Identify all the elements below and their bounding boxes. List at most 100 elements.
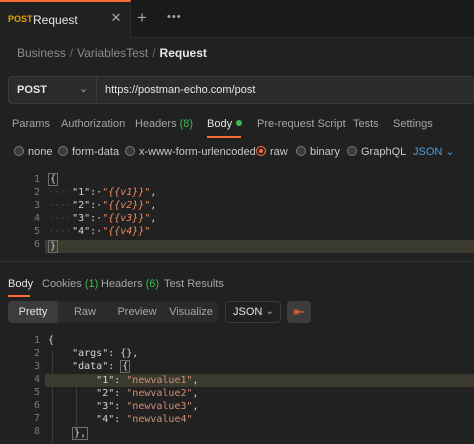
tab-headers-label: Headers [135,118,177,130]
radio-raw[interactable]: raw [256,145,288,159]
radio-binary[interactable]: binary [296,145,340,159]
line-number-gutter: 1 2 3 4 5 6 [0,173,40,251]
active-tab-indicator [207,136,241,138]
modified-dot-icon [236,120,243,126]
breadcrumb-item-variablestest[interactable]: VariablesTest [77,46,148,60]
radio-circle-icon [296,146,306,156]
body-format-dropdown[interactable]: JSON ⌄ [413,145,455,158]
response-tab-cookies[interactable]: Cookies (1) [42,278,98,290]
method-label: POST [17,84,47,96]
wrap-lines-icon[interactable]: ⇤ [287,301,311,323]
response-format-dropdown[interactable]: JSON ⌄ [225,301,281,323]
tab-headers[interactable]: Headers (8) [135,118,193,130]
chevron-down-icon: ⌄ [445,146,455,158]
radio-label: raw [270,146,288,158]
radio-circle-icon [14,146,24,156]
tab-pre-request-script[interactable]: Pre-request Script [257,118,346,130]
body-format-label: JSON [413,146,443,158]
json-key: "1" [72,187,91,198]
line-number: 6 [33,239,40,250]
headers-count: (8) [179,118,194,130]
line-number: 7 [33,413,40,424]
radio-label: form-data [72,146,120,158]
json-value: {}, [120,348,139,359]
line-number-gutter: 1 2 3 4 5 6 7 8 [0,334,40,438]
breadcrumb-separator: / [152,46,156,60]
response-tab-label: Cookies [42,278,82,290]
url-input[interactable]: https://postman-echo.com/post [105,84,255,96]
tab-tests[interactable]: Tests [353,118,379,130]
response-tab-test-results[interactable]: Test Results [164,278,224,290]
line-number: 5 [33,387,40,398]
radio-form-data[interactable]: form-data [58,145,119,159]
json-sep: , [192,375,199,386]
open-brace: { [48,173,59,186]
view-pretty-button[interactable]: Pretty [8,301,58,323]
line-number: 2 [33,187,40,198]
code-line: ····"3":·"{{v3}}", [48,213,157,224]
line-number: 1 [33,335,40,346]
view-preview-button[interactable]: Preview [110,301,164,323]
json-variable: "{{v4}}" [102,226,151,237]
json-variable: "{{v2}}" [102,200,151,211]
json-key: "3" [72,213,91,224]
response-headers-count: (6) [145,278,160,290]
code-line: }, [48,427,89,440]
url-bar: POST ⌄ https://postman-echo.com/post [8,76,474,104]
json-sep: , [150,187,157,198]
radio-graphql[interactable]: GraphQL [347,145,406,159]
json-variable: "{{v1}}" [102,187,151,198]
code-line: } [48,240,59,253]
tab-body-label: Body [207,118,233,130]
json-string: "newvalue2" [126,388,193,399]
close-brace: } [48,240,59,253]
request-body-editor[interactable]: 1 2 3 4 5 6 { ····"1":·"{{v1}}", ····"2"… [0,167,474,262]
response-tab-headers[interactable]: Headers (6) [101,278,159,290]
radio-circle-icon [125,146,135,156]
new-tab-plus-icon[interactable]: + [137,9,147,27]
method-dropdown[interactable]: POST ⌄ [9,77,97,103]
code-line: "args": {}, [72,348,139,359]
code-line: "1": "newvalue1", [96,375,199,386]
code-line: "2": "newvalue2", [96,388,199,399]
json-key: "3" [96,401,115,412]
view-raw-button[interactable]: Raw [60,301,110,323]
json-key: "1" [96,375,115,386]
tab-authorization[interactable]: Authorization [61,118,125,130]
active-response-tab-indicator [8,295,30,297]
chevron-down-icon: ⌄ [265,306,274,317]
json-key: "4" [72,226,91,237]
json-sep: , [150,200,157,211]
response-tab-body[interactable]: Body [8,278,33,290]
line-number: 2 [33,348,40,359]
chevron-down-icon: ⌄ [79,83,89,95]
tab-body[interactable]: Body [207,118,243,130]
more-options-icon[interactable]: ••• [167,11,182,23]
json-string: "newvalue3" [126,401,193,412]
response-tab-label: Headers [101,278,143,290]
view-visualize-button[interactable]: Visualize [164,301,218,323]
radio-x-www-form-urlencoded[interactable]: x-www-form-urlencoded [125,145,256,159]
current-line-highlight [45,240,474,253]
radio-none[interactable]: none [14,145,52,159]
tab-settings[interactable]: Settings [393,118,433,130]
breadcrumb-item-business[interactable]: Business [17,46,66,60]
radio-label: GraphQL [361,146,407,158]
close-brace: }, [72,427,89,440]
line-number: 4 [33,374,40,385]
tab-params[interactable]: Params [12,118,50,130]
radio-label: binary [310,146,340,158]
code-line: ····"2":·"{{v2}}", [48,200,157,211]
code-line: "3": "newvalue3", [96,401,199,412]
json-string: "newvalue4" [126,414,193,425]
line-number: 5 [33,226,40,237]
code-line: "data": { [72,360,131,373]
cookies-count: (1) [84,278,99,290]
json-variable: "{{v3}}" [102,213,151,224]
tab-title: Request [33,13,78,27]
code-line: { [48,173,59,186]
response-body-viewer[interactable]: 1 2 3 4 5 6 7 8 { "args": {}, "data": { … [0,330,474,444]
close-icon[interactable]: ✕ [108,10,124,26]
breadcrumb-current[interactable]: Request [160,46,207,60]
request-tab[interactable]: POST Request ✕ [0,0,131,38]
